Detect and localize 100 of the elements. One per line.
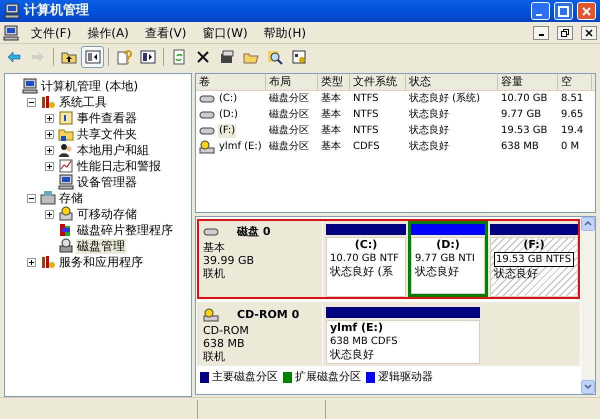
restore-icon — [561, 28, 569, 36]
partition-size: 638 MB CDFS — [330, 335, 399, 348]
tools-icon — [40, 254, 56, 270]
forward-arrow-icon — [30, 49, 46, 65]
disk-name: 磁盘 0 — [237, 224, 270, 240]
tree-item[interactable]: 设备管理器 — [76, 174, 138, 190]
storage-icon — [40, 190, 56, 206]
column-header[interactable]: 容量 — [498, 74, 558, 90]
table-cell: 磁盘分区 — [269, 124, 309, 138]
table-cell: 磁盘分区 — [269, 108, 309, 122]
partition-name: (D:) — [435, 238, 461, 252]
document-minimize-button[interactable] — [533, 26, 549, 40]
table-cell[interactable]: ylmf (E:) — [218, 140, 263, 154]
disk-status: 联机 — [203, 350, 226, 362]
collapse-toggle[interactable] — [27, 98, 36, 106]
refresh-icon — [170, 49, 186, 65]
tree-item[interactable]: 事件查看器 — [76, 110, 138, 126]
table-cell: 19.53 GB — [501, 124, 548, 138]
help-icon — [116, 49, 132, 65]
scroll-up-icon[interactable] — [581, 217, 595, 231]
cd-drive-icon — [199, 140, 215, 154]
document-restore-button[interactable] — [557, 26, 573, 40]
tree-item[interactable]: 本地用户和組 — [76, 142, 150, 158]
disk-type: CD-ROM — [203, 324, 250, 336]
plus-icon — [46, 130, 53, 138]
table-cell[interactable]: (C:) — [218, 92, 238, 106]
plus-icon — [28, 258, 35, 266]
tree-item[interactable]: 计算机管理 (本地) — [40, 78, 140, 94]
minimize-button[interactable] — [531, 2, 550, 20]
column-header[interactable]: 布局 — [266, 74, 318, 90]
partition-name: ylmf (E:) — [330, 321, 384, 335]
tree-item[interactable]: 性能日志和警报 — [76, 158, 162, 174]
tree-item[interactable]: 磁盘碎片整理程序 — [76, 222, 174, 238]
table-cell: 基本 — [321, 108, 341, 122]
tree-item[interactable]: 可移动存储 — [76, 206, 138, 222]
table-cell[interactable]: (D:) — [218, 108, 239, 122]
disk-management-icon — [58, 238, 74, 254]
tree-item[interactable]: 系统工具 — [58, 94, 108, 110]
table-cell: 状态良好 — [409, 124, 449, 138]
tree-item[interactable]: 服务和应用程序 — [58, 254, 144, 270]
menu-item[interactable]: 文件(F) — [27, 24, 76, 42]
column-header[interactable]: 空 — [558, 74, 592, 90]
table-cell: 10.70 GB — [501, 92, 548, 106]
partition-status: 状态良好 — [330, 348, 375, 361]
scrollbar[interactable] — [581, 217, 595, 394]
properties-icon — [218, 49, 234, 65]
close-icon — [581, 6, 592, 16]
expand-toggle[interactable] — [45, 146, 54, 154]
column-header[interactable]: 状态 — [406, 74, 498, 90]
menu-item[interactable]: 操作(A) — [83, 24, 133, 42]
close-button[interactable] — [577, 2, 596, 20]
menu-item[interactable]: 窗口(W) — [198, 24, 252, 42]
expand-toggle[interactable] — [27, 258, 36, 266]
menu-item[interactable]: 查看(V) — [140, 24, 190, 42]
disk-size: 638 MB — [203, 336, 246, 350]
table-cell: 状态良好 (系统) — [409, 92, 480, 106]
column-header[interactable]: 卷 — [196, 74, 266, 90]
table-cell: 状态良好 — [409, 108, 449, 122]
cd-drive-icon — [203, 308, 219, 322]
settings-icon — [290, 49, 306, 65]
partition-size: 19.53 GB NTFS — [494, 252, 574, 267]
document-icon — [3, 24, 19, 40]
partition-block[interactable]: (D:) 9.77 GB NTI 状态良好 — [408, 221, 488, 297]
expand-toggle[interactable] — [45, 114, 54, 122]
close-icon — [585, 28, 593, 36]
legend-label: 逻辑驱动器 — [378, 368, 433, 385]
removable-storage-icon — [58, 206, 74, 222]
maximize-button[interactable] — [554, 2, 573, 20]
table-cell[interactable]: (F:) — [218, 124, 236, 138]
panel-icon — [140, 49, 156, 65]
partition-name: (C:) — [354, 238, 378, 252]
toolbar-button[interactable] — [81, 46, 104, 68]
partition-status: 状态良好 — [494, 267, 539, 280]
expand-toggle[interactable] — [45, 130, 54, 138]
tree-item[interactable]: 共享文件夹 — [76, 126, 138, 142]
table-cell: 状态良好 — [409, 140, 449, 154]
maximize-icon — [558, 6, 569, 16]
tree-item[interactable]: 存储 — [58, 190, 84, 206]
tree-item[interactable]: 磁盘管理 — [76, 238, 126, 254]
document-close-button[interactable] — [581, 26, 597, 40]
partition-size: 10.70 GB NTF — [330, 252, 400, 265]
table-cell: 9.77 GB — [501, 108, 542, 122]
menu-item[interactable]: 帮助(H) — [260, 24, 310, 42]
partition-name: (F:) — [522, 238, 546, 252]
table-cell: NTFS — [353, 108, 379, 122]
disk-type: 基本 — [203, 240, 226, 254]
column-header[interactable]: 类型 — [318, 74, 350, 90]
table-cell: 8.51 — [561, 92, 584, 106]
expand-toggle[interactable] — [45, 162, 54, 170]
users-icon — [58, 142, 74, 158]
disk-name: CD-ROM 0 — [237, 307, 300, 323]
log-book-icon — [58, 110, 74, 126]
column-header[interactable]: 文件系统 — [350, 74, 406, 90]
collapse-toggle[interactable] — [27, 194, 36, 202]
expand-toggle[interactable] — [45, 210, 54, 218]
table-cell: 基本 — [321, 124, 341, 138]
legend-label: 扩展磁盘分区 — [295, 368, 361, 385]
minimize-icon — [536, 14, 542, 16]
plus-icon — [46, 210, 53, 218]
scroll-down-icon[interactable] — [581, 380, 595, 394]
